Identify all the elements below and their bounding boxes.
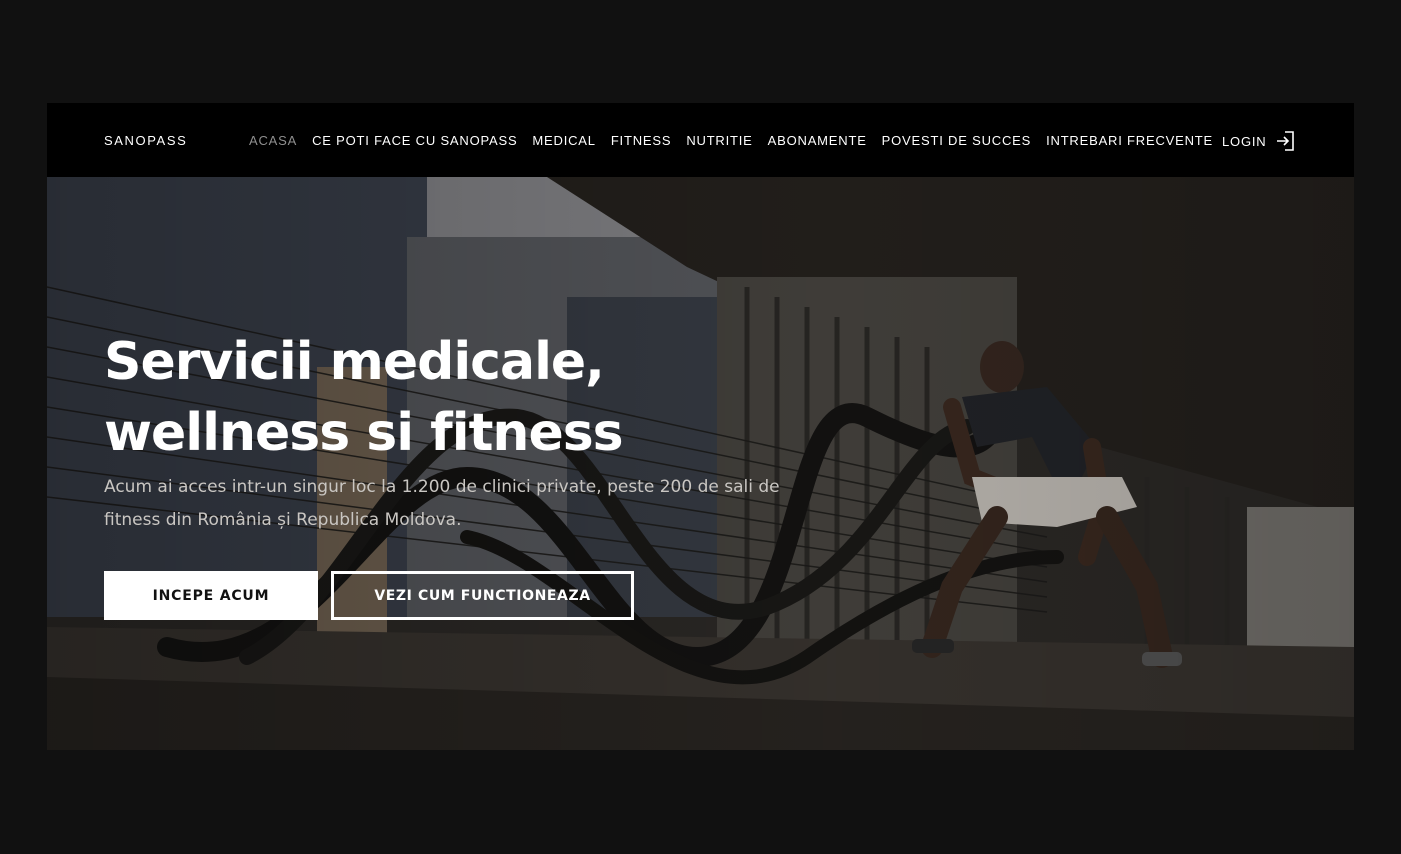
nav-item-ce-poti-face[interactable]: CE POTI FACE CU SANOPASS — [312, 133, 517, 148]
nav-item-acasa[interactable]: ACASA — [249, 133, 297, 148]
nav-item-nutritie[interactable]: NUTRITIE — [686, 133, 752, 148]
top-navbar: SANOPASS ACASA CE POTI FACE CU SANOPASS … — [47, 103, 1354, 177]
hero-title: Servicii medicale, wellness si fitness — [104, 332, 624, 463]
brand-logo[interactable]: SANOPASS — [104, 133, 187, 148]
nav-item-povesti-de-succes[interactable]: POVESTI DE SUCCES — [882, 133, 1031, 148]
nav-item-fitness[interactable]: FITNESS — [611, 133, 672, 148]
nav-item-abonamente[interactable]: ABONAMENTE — [768, 133, 867, 148]
hero-section: Servicii medicale, wellness si fitness A… — [47, 177, 1354, 750]
hero-subtitle: Acum ai acces intr-un singur loc la 1.20… — [104, 477, 780, 530]
start-now-button[interactable]: INCEPE ACUM — [104, 571, 318, 620]
login-button[interactable]: LOGIN — [1222, 130, 1296, 152]
main-nav: ACASA CE POTI FACE CU SANOPASS MEDICAL F… — [249, 133, 1228, 148]
nav-item-medical[interactable]: MEDICAL — [532, 133, 595, 148]
how-it-works-button[interactable]: VEZI CUM FUNCTIONEAZA — [331, 571, 634, 620]
nav-item-intrebari-frecvente[interactable]: INTREBARI FRECVENTE — [1046, 133, 1213, 148]
login-label: LOGIN — [1222, 133, 1267, 149]
login-arrow-icon — [1276, 130, 1296, 152]
website-frame: SANOPASS ACASA CE POTI FACE CU SANOPASS … — [47, 103, 1354, 750]
